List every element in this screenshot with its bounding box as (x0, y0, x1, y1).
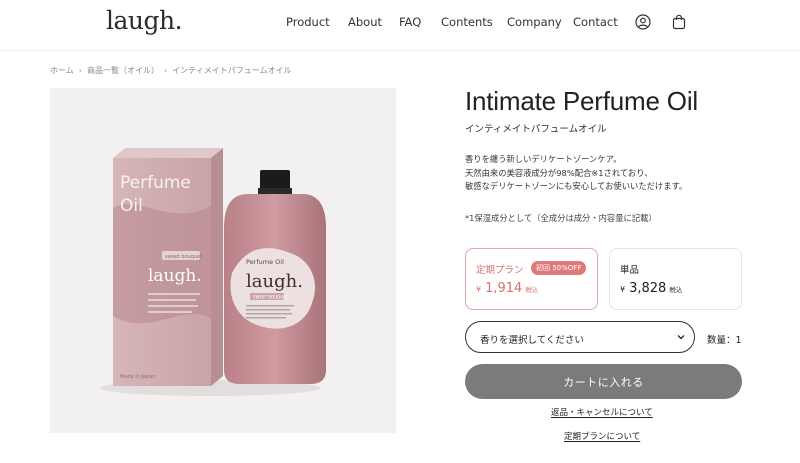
shopping-bag-icon[interactable] (671, 14, 687, 30)
chevron-down-icon (677, 335, 685, 340)
product-subtitle: インティメイトパフュームオイル (465, 124, 607, 135)
box-footer: Made in Japan (120, 374, 155, 380)
scent-select[interactable]: 香りを選択してください (465, 321, 695, 353)
box-tag: sweet bouquet (165, 254, 202, 260)
discount-badge: 初回 50%OFF (531, 261, 587, 275)
description-line: 敏感なデリケートゾーンにも安心してお使いいただけます。 (465, 181, 688, 191)
user-icon[interactable] (635, 14, 651, 30)
nav-contact[interactable]: Contact (573, 15, 618, 29)
breadcrumb-home[interactable]: ホーム (50, 65, 74, 76)
product-description: 香りを纏う新しいデリケートゾーンケア。 天然由来の美容液成分が98%配合※1され… (465, 153, 687, 194)
nav-faq[interactable]: FAQ (399, 15, 421, 29)
box-title-line1: Perfume (120, 173, 191, 193)
subscription-info-link[interactable]: 定期プランについて (564, 430, 640, 442)
description-line: 天然由来の美容液成分が98%配合※1されており、 (465, 167, 653, 178)
product-image: Perfume Oil sweet bouquet laugh. Made in… (50, 88, 396, 433)
scent-select-placeholder: 香りを選択してください (480, 335, 584, 346)
box-title-line2: Oil (120, 196, 143, 216)
add-to-cart-button[interactable]: カートに入れる (465, 364, 742, 399)
site-header: laugh. Product About FAQ Contents Compan… (0, 0, 800, 51)
subscription-price: ¥1,914 税込 (476, 281, 538, 296)
breadcrumb: ホーム › 商品一覧（オイル） › インティメイトパフュームオイル (50, 65, 291, 76)
chevron-right-icon: › (163, 66, 168, 75)
price-value: 3,828 (629, 281, 667, 296)
bottle-logo: laugh. (246, 271, 303, 292)
nav-company[interactable]: Company (507, 15, 562, 29)
nav-contents[interactable]: Contents (441, 15, 493, 29)
bottle-title: Perfume Oil (246, 258, 284, 266)
single-price: ¥3,828 税込 (620, 281, 682, 296)
single-plan-card[interactable]: 単品 ¥3,828 税込 (609, 248, 742, 310)
nav-about[interactable]: About (348, 15, 382, 29)
currency-symbol: ¥ (620, 285, 626, 294)
product-photo: Perfume Oil sweet bouquet laugh. Made in… (100, 148, 326, 396)
chevron-right-icon: › (78, 66, 82, 75)
site-logo[interactable]: laugh. (106, 6, 183, 35)
price-value: 1,914 (485, 281, 523, 296)
breadcrumb-current: インティメイトパフュームオイル (172, 66, 292, 75)
bottle-tag: SWEET BOUQUET (253, 295, 289, 300)
currency-symbol: ¥ (476, 285, 482, 294)
single-plan-label: 単品 (620, 265, 640, 276)
subscription-plan-card[interactable]: 定期プラン 初回 50%OFF ¥1,914 税込 (465, 248, 598, 310)
nav-product[interactable]: Product (286, 15, 330, 29)
tax-label: 税込 (669, 286, 683, 294)
box-logo: laugh. (148, 266, 202, 286)
subscription-plan-label: 定期プラン (476, 265, 524, 276)
ingredient-note: *1保湿成分として（全成分は成分・内容量に記載） (465, 213, 657, 223)
breadcrumb-category[interactable]: 商品一覧（オイル） (87, 65, 159, 76)
product-title: Intimate Perfume Oil (465, 86, 698, 116)
quantity-label: 数量：1 (707, 335, 742, 346)
returns-link[interactable]: 返品・キャンセルについて (551, 406, 653, 418)
description-line: 香りを纏う新しいデリケートゾーンケア。 (465, 154, 622, 164)
tax-label: 税込 (525, 286, 539, 294)
